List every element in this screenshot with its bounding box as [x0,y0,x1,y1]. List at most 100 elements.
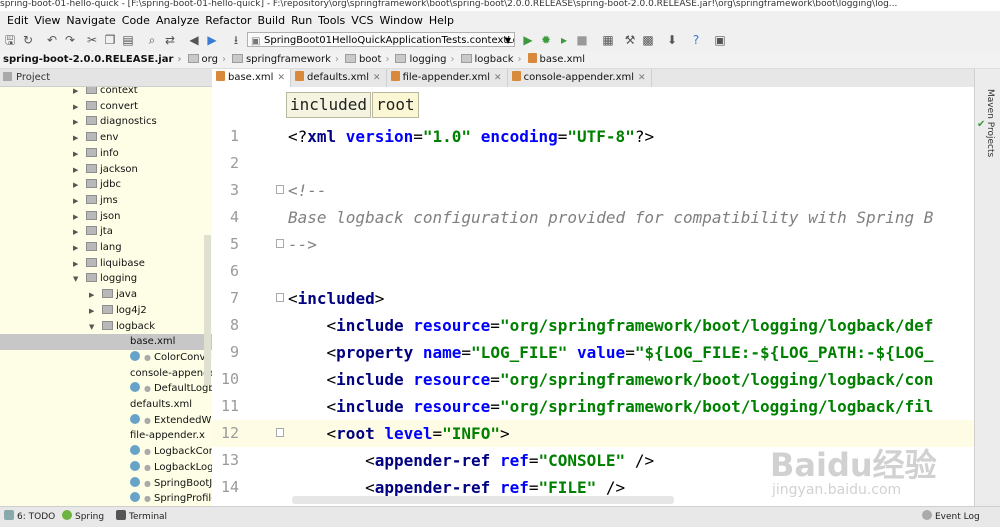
chevron-right-icon[interactable]: ▶ [89,287,94,303]
back-icon[interactable]: ◀ [186,32,202,48]
tree-item-jta[interactable]: ▶ jta [73,224,113,240]
chevron-right-icon[interactable]: ▶ [73,146,78,162]
cut-icon[interactable]: ✂ [84,32,100,48]
find-icon[interactable]: ⌕ [144,32,160,48]
menu-item-vcs[interactable]: VCS [348,11,376,30]
close-icon[interactable]: ✕ [494,73,502,83]
menu-item-code[interactable]: Code [119,11,153,30]
undo-icon[interactable]: ↶ [44,32,60,48]
horizontal-scrollbar[interactable] [292,496,674,504]
ide-icon[interactable]: ▣ [712,32,728,48]
download-icon[interactable]: ⬇ [664,32,680,48]
tree-item-extendedwh[interactable]: ● ExtendedWh [130,413,212,429]
menu-item-help[interactable]: Help [426,11,457,30]
tree-item-logging[interactable]: ▼ logging [73,271,137,287]
menu-item-analyze[interactable]: Analyze [153,11,202,30]
tree-item-logbackcon[interactable]: ● LogbackCon [130,444,212,460]
breadcrumb-item[interactable]: springframework › [229,51,342,68]
tree-item-colorconver[interactable]: ● ColorConver [130,350,212,366]
menu-item-edit[interactable]: Edit [4,11,31,30]
fold-marker-icon[interactable] [276,239,284,248]
chevron-down-icon[interactable]: ▼ [89,319,94,335]
chevron-right-icon[interactable]: ▶ [73,193,78,209]
terminal-tab[interactable]: Terminal [116,509,167,525]
menu-item-tools[interactable]: Tools [315,11,348,30]
stop-icon[interactable]: ■ [574,32,590,48]
settings-icon[interactable]: ⚒ [622,32,638,48]
tree-item-logback[interactable]: ▼ logback [89,319,155,335]
tree-item-log4j2[interactable]: ▶ log4j2 [89,303,147,319]
menu-item-view[interactable]: View [31,11,63,30]
run-config-select[interactable]: ▣ SpringBoot01HelloQuickApplicationTests… [247,32,515,47]
breadcrumb-item[interactable]: org › [185,51,229,68]
tree-item-lang[interactable]: ▶ lang [73,240,122,256]
menu-item-navigate[interactable]: Navigate [63,11,118,30]
sidebar-scrollbar[interactable] [204,235,211,385]
todo-tab[interactable]: 6: TODO [4,509,55,525]
replace-icon[interactable]: ⇄ [162,32,178,48]
fold-marker-icon[interactable] [276,185,284,194]
close-icon[interactable]: ✕ [638,73,646,83]
menu-item-refactor[interactable]: Refactor [202,11,254,30]
debug-icon[interactable]: ✹ [538,32,554,48]
tree-item-file-appender-x[interactable]: file-appender.x [130,428,205,444]
tree-item-liquibase[interactable]: ▶ liquibase [73,256,145,272]
tag-crumb-root[interactable]: root [372,92,419,118]
chevron-right-icon[interactable]: ▶ [73,209,78,225]
breadcrumb-item[interactable]: boot › [342,51,393,68]
tree-item-defaults-xml[interactable]: defaults.xml [130,397,192,413]
menu-item-window[interactable]: Window [376,11,425,30]
copy-icon[interactable]: ❐ [102,32,118,48]
breadcrumb-item[interactable]: logback › [458,51,525,68]
breadcrumb-item[interactable]: base.xml [525,51,588,68]
chevron-right-icon[interactable]: ▶ [73,87,78,99]
tree-item-defaultlogba[interactable]: ●DefaultLogba [130,381,212,397]
close-icon[interactable]: ✕ [277,73,285,83]
chevron-down-icon[interactable]: ▼ [73,271,78,287]
chevron-right-icon[interactable]: ▶ [73,240,78,256]
save-icon[interactable]: 🖫 [2,32,18,48]
redo-icon[interactable]: ↷ [62,32,78,48]
paste-icon[interactable]: ▤ [120,32,136,48]
breadcrumb-item[interactable]: logging › [392,51,457,68]
run-icon[interactable]: ▶ [520,32,536,48]
project-tool-window-header[interactable]: Project [0,69,212,87]
tab-defaults-xml[interactable]: defaults.xml ✕ [291,69,387,87]
tab-file-appender-xml[interactable]: file-appender.xml ✕ [387,69,508,87]
breadcrumb-item[interactable]: spring-boot-2.0.0.RELEASE.jar › [0,51,185,68]
close-icon[interactable]: ✕ [373,73,381,83]
tree-item-json[interactable]: ▶ json [73,209,120,225]
tab-base-xml[interactable]: base.xml ✕ [212,69,292,87]
project-structure-icon[interactable]: ▦ [600,32,616,48]
tree-item-base-xml[interactable]: base.xml [0,334,212,351]
tree-item-java[interactable]: ▶ java [89,287,137,303]
chevron-right-icon[interactable]: ▶ [73,162,78,178]
coverage-icon[interactable]: ▸ [556,32,572,48]
event-log-tab[interactable]: Event Log [922,509,980,525]
fold-marker-icon[interactable] [276,293,284,302]
build-icon[interactable]: ⭳ [228,32,244,48]
chevron-right-icon[interactable]: ▶ [73,114,78,130]
tree-item-jackson[interactable]: ▶ jackson [73,162,138,178]
tree-item-info[interactable]: ▶ info [73,146,119,162]
tree-item-springbootj[interactable]: ● SpringBootJ [130,476,212,492]
maven-projects-tab[interactable]: Maven Projects [983,89,995,179]
tag-crumb-included[interactable]: included [286,92,372,118]
tree-item-context[interactable]: ▶ context [73,87,138,99]
fold-marker-icon[interactable] [276,428,284,437]
tree-item-jdbc[interactable]: ▶ jdbc [73,177,121,193]
forward-icon[interactable]: ▶ [204,32,220,48]
help-icon[interactable]: ? [688,32,704,48]
tree-item-logbacklog[interactable]: ● LogbackLog [130,460,212,476]
chevron-right-icon[interactable]: ▶ [73,224,78,240]
chevron-right-icon[interactable]: ▶ [73,99,78,115]
sync-icon[interactable]: ↻ [20,32,36,48]
chevron-right-icon[interactable]: ▶ [73,177,78,193]
chevron-right-icon[interactable]: ▶ [73,130,78,146]
tree-item-console-appende[interactable]: console-appende [130,366,212,382]
tree-item-springprofile[interactable]: ● SpringProfile [130,491,212,506]
menu-item-run[interactable]: Run [288,11,315,30]
tree-item-convert[interactable]: ▶ convert [73,99,138,115]
spring-tab[interactable]: Spring [62,509,104,525]
chevron-right-icon[interactable]: ▶ [89,303,94,319]
